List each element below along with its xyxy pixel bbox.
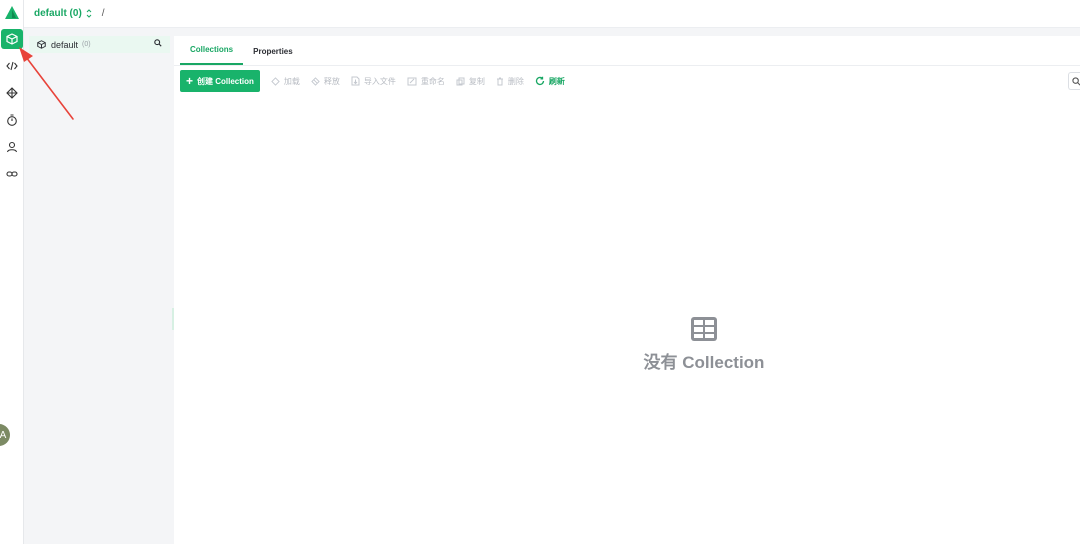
tab-bar: Collections Properties bbox=[174, 36, 1080, 66]
chevron-updown-icon bbox=[86, 9, 92, 18]
rail-code[interactable] bbox=[1, 56, 23, 76]
table-grid-icon bbox=[691, 317, 717, 341]
load-label: 加载 bbox=[283, 76, 300, 86]
copy-icon bbox=[456, 77, 465, 85]
delete-icon bbox=[496, 77, 503, 85]
refresh-label: 刷新 bbox=[548, 76, 565, 86]
graph-icon bbox=[6, 87, 18, 99]
rail-collections[interactable] bbox=[1, 29, 23, 49]
breadcrumb-separator: / bbox=[101, 8, 105, 19]
main-panel: Collections Properties + 创建 Collection 加… bbox=[174, 36, 1080, 544]
rail-user[interactable] bbox=[1, 137, 23, 157]
cube-icon bbox=[37, 40, 46, 49]
timer-icon bbox=[7, 114, 17, 126]
rail-link[interactable] bbox=[1, 164, 23, 184]
rail-timer[interactable] bbox=[1, 110, 23, 130]
load-button[interactable]: 加载 bbox=[271, 76, 300, 87]
user-icon bbox=[6, 141, 18, 153]
rename-label: 重命名 bbox=[420, 76, 445, 86]
search-button[interactable] bbox=[1068, 72, 1080, 90]
rename-icon bbox=[407, 77, 417, 85]
rail-graph[interactable] bbox=[1, 83, 23, 103]
database-selector[interactable]: default (0) bbox=[34, 8, 92, 19]
collection-count: (0) bbox=[82, 41, 91, 48]
code-icon bbox=[6, 61, 18, 71]
plus-icon: + bbox=[186, 74, 194, 88]
create-collection-button[interactable]: + 创建 Collection bbox=[180, 70, 260, 92]
copy-label: 复制 bbox=[468, 76, 485, 86]
toolbar: + 创建 Collection 加载 释放 导入文件 重命名 复制 删除 刷新 bbox=[180, 70, 565, 92]
search-icon[interactable] bbox=[154, 39, 162, 47]
create-collection-label: 创建 Collection bbox=[197, 76, 254, 86]
empty-state-message: 没有 Collection bbox=[643, 353, 765, 372]
rename-button[interactable]: 重命名 bbox=[407, 76, 445, 87]
tab-collections[interactable]: Collections bbox=[180, 45, 244, 65]
nav-rail: A bbox=[0, 0, 24, 544]
database-name: default (0) bbox=[34, 8, 82, 19]
delete-button[interactable]: 删除 bbox=[496, 76, 524, 87]
load-icon bbox=[271, 76, 280, 86]
refresh-button[interactable]: 刷新 bbox=[535, 76, 565, 87]
cube-icon bbox=[6, 33, 18, 45]
delete-label: 删除 bbox=[507, 76, 524, 86]
release-button[interactable]: 释放 bbox=[311, 76, 340, 87]
app-root: A default (0) / default (0) Collections … bbox=[0, 0, 1080, 544]
avatar[interactable]: A bbox=[0, 424, 10, 446]
copy-button[interactable]: 复制 bbox=[456, 76, 485, 87]
import-file-label: 导入文件 bbox=[363, 76, 396, 86]
collection-sidebar: default (0) bbox=[25, 28, 172, 544]
collection-list-item[interactable]: default (0) bbox=[29, 36, 170, 53]
empty-state: 没有 Collection bbox=[604, 316, 804, 373]
search-icon bbox=[1072, 76, 1080, 85]
import-icon bbox=[351, 76, 360, 86]
header-bar: default (0) / bbox=[24, 0, 1080, 28]
import-file-button[interactable]: 导入文件 bbox=[351, 76, 396, 87]
link-icon bbox=[6, 171, 18, 177]
refresh-icon bbox=[535, 76, 545, 86]
logo-icon bbox=[5, 6, 19, 19]
tab-properties[interactable]: Properties bbox=[243, 47, 303, 65]
release-label: 释放 bbox=[323, 76, 340, 86]
collection-name: default bbox=[51, 39, 79, 50]
release-icon bbox=[311, 76, 320, 86]
